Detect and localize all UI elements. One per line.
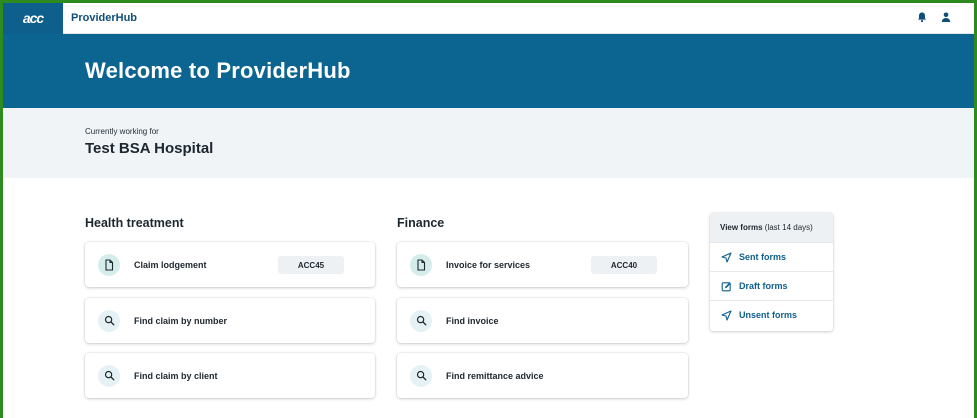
card-label: Find invoice — [446, 315, 499, 326]
card-label: Invoice for services — [446, 259, 531, 270]
card-label: Find claim by number — [134, 315, 228, 326]
page-title: Welcome to ProviderHub — [85, 58, 351, 83]
draft-forms-link[interactable]: Draft forms — [710, 271, 833, 300]
edit-icon — [721, 281, 731, 291]
search-icon — [98, 364, 120, 387]
logo-text: acc — [22, 10, 44, 26]
health-section-title: Health treatment — [85, 216, 184, 230]
document-icon — [98, 253, 120, 276]
form-code-badge: ACC45 — [278, 256, 344, 274]
app-frame: acc ProviderHub Welcome to ProviderHub C… — [3, 3, 974, 418]
find-invoice-card[interactable]: Find invoice — [397, 298, 688, 343]
search-icon — [410, 309, 432, 332]
topbar-actions — [916, 11, 952, 23]
app-name[interactable]: ProviderHub — [71, 12, 137, 24]
sent-forms-label: Sent forms — [739, 252, 787, 262]
search-icon — [410, 364, 432, 387]
form-code-badge: ACC40 — [591, 256, 657, 274]
finance-section-title: Finance — [397, 216, 445, 230]
document-icon — [410, 253, 432, 276]
draft-forms-label: Draft forms — [739, 281, 788, 291]
invoice-for-services-card[interactable]: Invoice for services ACC40 — [397, 242, 688, 287]
send-icon — [721, 251, 732, 263]
card-label: Find remittance advice — [446, 370, 544, 381]
view-forms-subtitle: (last 14 days) — [764, 223, 813, 232]
find-claim-by-client-card[interactable]: Find claim by client — [85, 353, 375, 398]
top-bar: acc ProviderHub — [3, 3, 974, 34]
claim-lodgement-card[interactable]: Claim lodgement ACC45 — [85, 242, 375, 287]
view-forms-panel: View forms (last 14 days) Sent forms Dra… — [710, 213, 833, 331]
find-remittance-advice-card[interactable]: Find remittance advice — [397, 353, 688, 398]
welcome-banner: Welcome to ProviderHub — [3, 34, 974, 108]
card-label: Find claim by client — [134, 370, 218, 381]
sent-forms-link[interactable]: Sent forms — [710, 242, 833, 271]
bell-icon[interactable] — [916, 11, 928, 23]
context-section: Currently working for Test BSA Hospital — [3, 108, 974, 178]
card-label: Claim lodgement — [134, 259, 207, 270]
view-forms-header: View forms (last 14 days) — [710, 213, 833, 242]
search-icon — [98, 309, 120, 332]
send-icon — [721, 309, 732, 321]
acc-logo[interactable]: acc — [3, 3, 63, 34]
context-label: Currently working for — [85, 127, 159, 136]
user-icon[interactable] — [940, 11, 952, 23]
unsent-forms-label: Unsent forms — [739, 310, 798, 320]
find-claim-by-number-card[interactable]: Find claim by number — [85, 298, 375, 343]
view-forms-title: View forms — [720, 223, 763, 232]
organisation-name: Test BSA Hospital — [85, 140, 214, 157]
unsent-forms-link[interactable]: Unsent forms — [710, 300, 833, 329]
